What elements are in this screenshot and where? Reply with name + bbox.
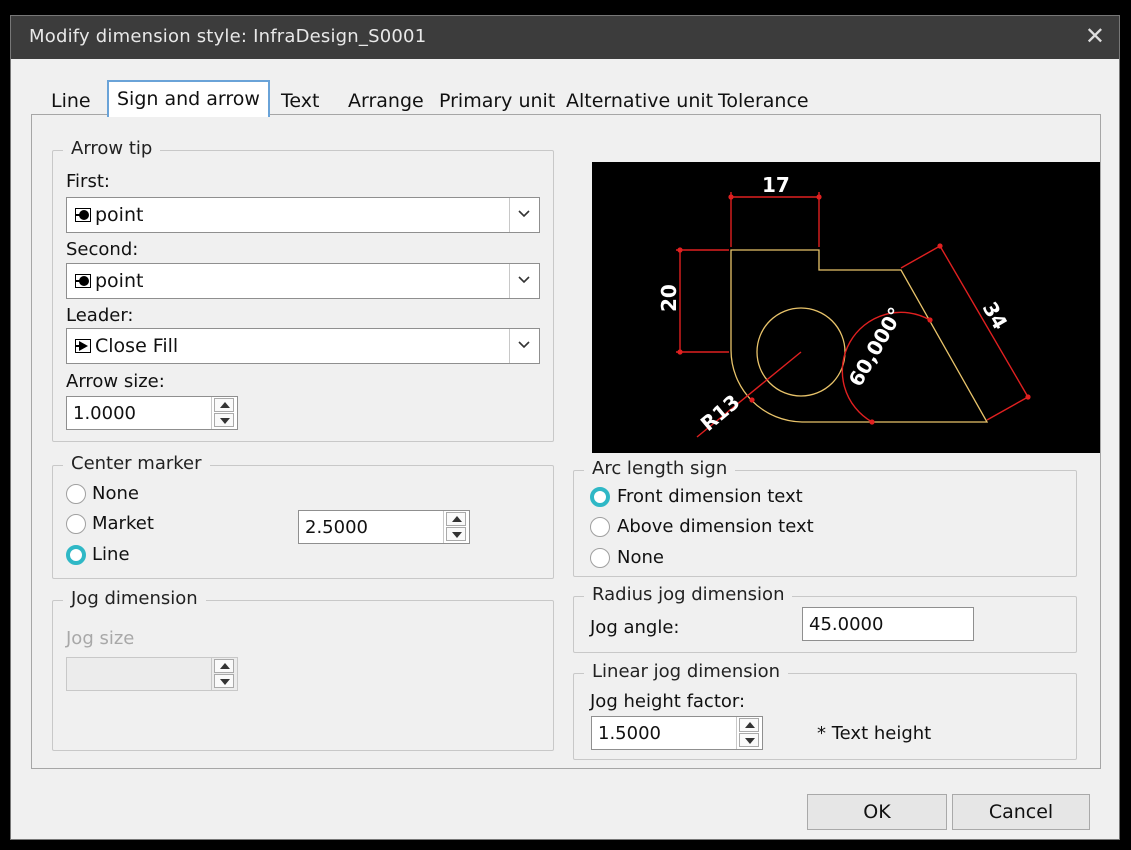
dim-slant-label: 34: [978, 298, 1013, 334]
center-marker-legend: Center marker: [63, 453, 210, 474]
jog-dimension-group: Jog dimension Jog size: [52, 588, 554, 751]
arc-above-radio[interactable]: [590, 517, 610, 537]
center-marker-size-value: 2.5000: [305, 517, 368, 538]
arrow-tip-group: Arrow tip First: point Second: point Lea…: [52, 138, 554, 442]
spin-up-icon[interactable]: [214, 398, 234, 412]
dot-arrow-icon: [75, 274, 91, 288]
tab-sign-and-arrow[interactable]: Sign and arrow: [107, 80, 270, 117]
tab-text[interactable]: Text: [281, 86, 319, 116]
chevron-down-icon[interactable]: [509, 198, 539, 232]
leader-arrow-value: Close Fill: [95, 335, 179, 357]
tab-line[interactable]: Line: [51, 86, 91, 116]
jog-size-label: Jog size: [66, 628, 135, 649]
window-title: Modify dimension style: InfraDesign_S000…: [29, 26, 427, 47]
arc-front-radio[interactable]: [590, 487, 610, 507]
dim-left-label: 20: [657, 284, 681, 312]
second-arrow-select[interactable]: point: [66, 263, 540, 299]
center-none-label: None: [92, 483, 139, 504]
arc-length-sign-legend: Arc length sign: [584, 458, 736, 479]
closed-fill-arrow-icon: [75, 339, 91, 353]
center-line-radio[interactable]: [66, 545, 86, 565]
center-market-radio[interactable]: [66, 514, 86, 534]
radius-jog-group: Radius jog dimension Jog angle: 45.0000: [573, 584, 1077, 653]
second-arrow-label: Second:: [66, 239, 139, 260]
arc-above-label: Above dimension text: [617, 516, 814, 537]
dim-radius-label: R13: [696, 390, 745, 436]
spin-down-icon[interactable]: [214, 413, 234, 427]
tab-panel-sign-and-arrow: Arrow tip First: point Second: point Lea…: [31, 114, 1101, 769]
spin-up-icon[interactable]: [214, 659, 234, 673]
leader-arrow-select[interactable]: Close Fill: [66, 328, 540, 364]
jog-height-factor-value: 1.5000: [598, 723, 661, 744]
jog-size-spinner[interactable]: [66, 657, 238, 691]
arrow-size-label: Arrow size:: [66, 371, 165, 392]
spin-up-icon[interactable]: [446, 512, 466, 526]
second-arrow-value: point: [95, 270, 144, 292]
arrow-tip-legend: Arrow tip: [63, 138, 161, 159]
center-none-radio[interactable]: [66, 484, 86, 504]
arc-front-label: Front dimension text: [617, 486, 803, 507]
jog-dimension-legend: Jog dimension: [63, 588, 206, 609]
jog-angle-label: Jog angle:: [590, 617, 680, 638]
center-line-label: Line: [92, 544, 130, 565]
linear-jog-legend: Linear jog dimension: [584, 661, 789, 682]
dimension-preview: 17 20 60,000° 34 R13: [592, 162, 1100, 453]
tab-primary-unit[interactable]: Primary unit: [439, 86, 555, 116]
jog-height-factor-spinner[interactable]: 1.5000: [591, 716, 763, 750]
spin-down-icon[interactable]: [739, 733, 759, 747]
dim-angle-label: 60,000°: [844, 303, 908, 391]
arc-none-label: None: [617, 547, 664, 568]
cancel-button[interactable]: Cancel: [952, 794, 1090, 830]
ok-button[interactable]: OK: [807, 794, 947, 830]
first-arrow-select[interactable]: point: [66, 197, 540, 233]
title-bar: Modify dimension style: InfraDesign_S000…: [11, 16, 1119, 59]
close-icon[interactable]: ✕: [1085, 22, 1105, 50]
chevron-down-icon[interactable]: [509, 329, 539, 363]
arrow-size-spinner[interactable]: 1.0000: [66, 396, 238, 430]
jog-angle-field[interactable]: 45.0000: [802, 607, 974, 641]
spin-up-icon[interactable]: [739, 718, 759, 732]
dot-arrow-icon: [75, 208, 91, 222]
center-marker-size-spinner[interactable]: 2.5000: [298, 510, 470, 544]
dim-top-label: 17: [762, 173, 790, 197]
arc-length-sign-group: Arc length sign Front dimension text Abo…: [573, 458, 1077, 577]
radius-jog-legend: Radius jog dimension: [584, 584, 793, 605]
center-marker-group: Center marker None Market Line 2.5000: [52, 453, 554, 579]
first-arrow-label: First:: [66, 171, 110, 192]
tab-alternative-unit[interactable]: Alternative unit: [566, 86, 713, 116]
arrow-size-value: 1.0000: [73, 403, 136, 424]
linear-jog-group: Linear jog dimension Jog height factor: …: [573, 661, 1077, 760]
jog-height-factor-label: Jog height factor:: [590, 691, 746, 712]
spin-down-icon[interactable]: [214, 674, 234, 688]
text-height-note: * Text height: [817, 723, 932, 744]
first-arrow-value: point: [95, 204, 144, 226]
chevron-down-icon[interactable]: [509, 264, 539, 298]
leader-arrow-label: Leader:: [66, 305, 134, 326]
spin-down-icon[interactable]: [446, 527, 466, 541]
jog-angle-value: 45.0000: [809, 614, 884, 635]
tab-arrange[interactable]: Arrange: [348, 86, 424, 116]
arc-none-radio[interactable]: [590, 548, 610, 568]
dialog-window: Modify dimension style: InfraDesign_S000…: [10, 15, 1120, 840]
tab-tolerance[interactable]: Tolerance: [718, 86, 809, 116]
center-market-label: Market: [92, 513, 154, 534]
